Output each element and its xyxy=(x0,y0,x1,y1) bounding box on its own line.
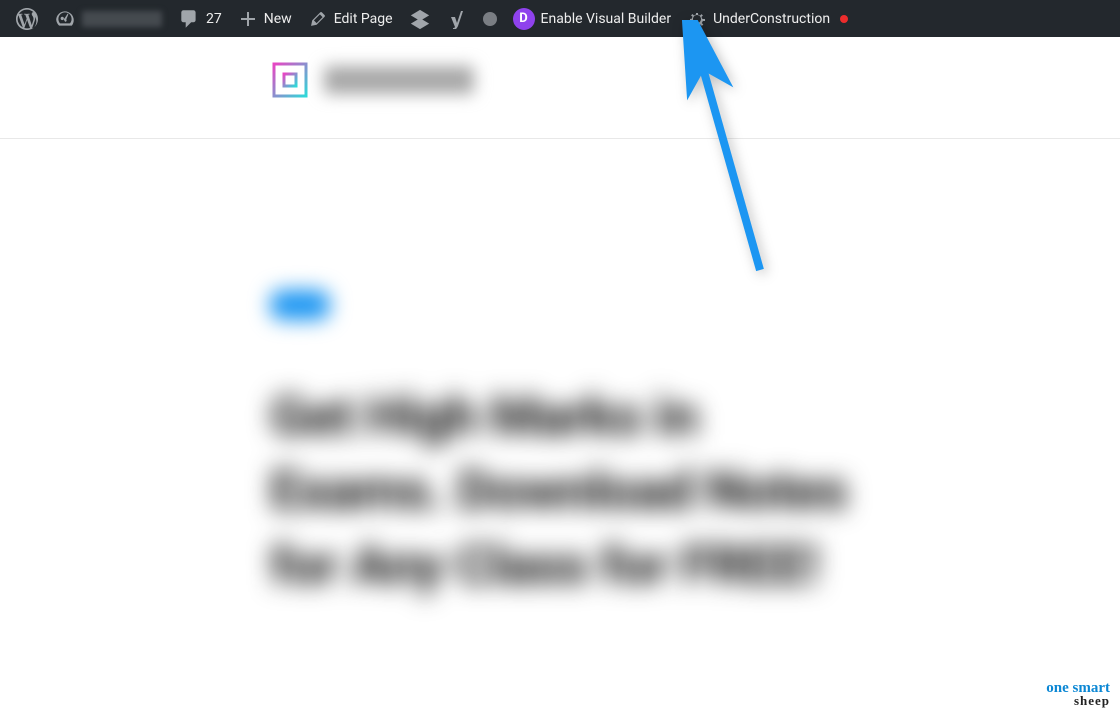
divi-icon: D xyxy=(513,8,535,30)
page-heading-blurred: Get High Marks in Exams. Download Notes … xyxy=(270,380,860,603)
wordpress-icon xyxy=(16,8,38,30)
category-pill-blurred xyxy=(270,290,330,320)
under-construction-label: UnderConstruction xyxy=(713,11,830,27)
site-title-blurred xyxy=(82,11,162,27)
under-construction-menu[interactable]: UnderConstruction xyxy=(679,0,856,37)
new-content-menu[interactable]: New xyxy=(230,0,300,37)
plus-icon xyxy=(238,9,258,29)
dashboard-icon xyxy=(54,8,76,30)
header-divider xyxy=(0,138,1120,139)
page-content: Get High Marks in Exams. Download Notes … xyxy=(270,290,860,603)
gear-icon xyxy=(687,9,707,29)
comments-menu[interactable]: 27 xyxy=(170,0,230,37)
yoast-icon xyxy=(447,9,467,29)
red-status-dot-icon xyxy=(840,15,848,23)
yoast-menu[interactable] xyxy=(439,0,475,37)
site-header xyxy=(270,60,474,100)
stackable-menu[interactable] xyxy=(401,0,439,37)
enable-visual-builder-menu[interactable]: D Enable Visual Builder xyxy=(505,0,680,37)
stackable-icon xyxy=(409,8,431,30)
site-logo[interactable] xyxy=(270,60,310,100)
site-name-menu[interactable] xyxy=(46,0,170,37)
annotation-arrow-icon xyxy=(665,20,785,280)
site-title-blurred xyxy=(324,66,474,94)
enable-visual-builder-label: Enable Visual Builder xyxy=(541,11,672,27)
pencil-icon xyxy=(308,9,328,29)
edit-page-label: Edit Page xyxy=(334,11,393,27)
comments-icon xyxy=(178,8,200,30)
watermark: one smart sheep xyxy=(1046,682,1110,707)
watermark-line2: sheep xyxy=(1046,695,1110,707)
status-indicator[interactable] xyxy=(475,0,505,37)
gray-dot-icon xyxy=(483,12,497,26)
new-label: New xyxy=(264,11,292,27)
comment-count: 27 xyxy=(206,11,222,27)
edit-page-menu[interactable]: Edit Page xyxy=(300,0,401,37)
wp-admin-bar: 27 New Edit Page D Enable Visual Builder xyxy=(0,0,1120,37)
wp-logo-menu[interactable] xyxy=(8,0,46,37)
